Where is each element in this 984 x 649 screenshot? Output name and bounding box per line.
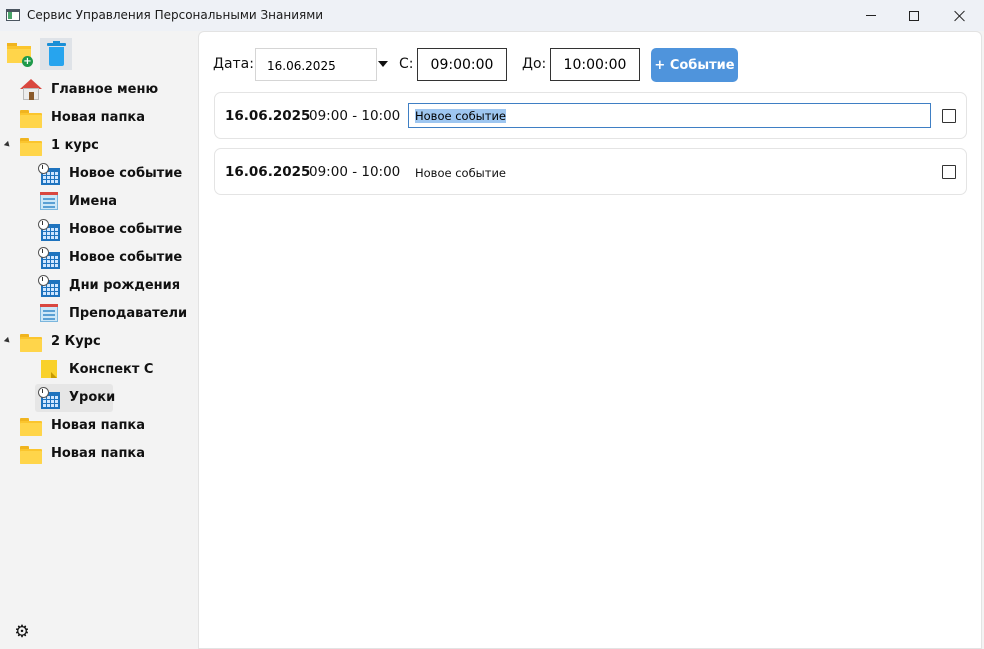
calendar-icon [38, 247, 60, 269]
tree-item[interactable]: Уроки [0, 384, 198, 412]
tree-item[interactable]: Новое событие [0, 160, 198, 188]
tree-item[interactable]: Новая папка [0, 440, 198, 468]
close-button[interactable] [937, 0, 983, 31]
tree-item-label: Новое событие [69, 222, 183, 237]
folder-icon [20, 446, 42, 464]
tree-item-label: 2 Курс [51, 334, 101, 349]
tree-item-label: Конспект С [69, 362, 154, 377]
add-event-button[interactable]: + Событие [651, 48, 738, 82]
event-done-checkbox[interactable] [942, 109, 956, 123]
to-label: До: [522, 56, 547, 72]
event-card[interactable]: 16.06.2025 09:00 - 10:00 Новое событие [214, 148, 967, 195]
tree-item[interactable]: Преподаватели [0, 300, 198, 328]
tree-item[interactable]: Главное меню [0, 76, 198, 104]
tree-item[interactable]: Дни рождения [0, 272, 198, 300]
tree-item[interactable]: Новая папка [0, 412, 198, 440]
tree-item-label: Новая папка [51, 446, 146, 461]
window-title: Сервис Управления Персональными Знаниями [27, 8, 324, 22]
maximize-icon [909, 10, 919, 21]
event-date: 16.06.2025 [225, 108, 311, 124]
folder-icon [20, 334, 42, 352]
tree-item-label: Новое событие [69, 166, 183, 181]
tree-item-label: Преподаватели [69, 306, 188, 321]
new-folder-icon: + [7, 43, 33, 67]
expand-arrow-icon[interactable] [3, 140, 12, 149]
gear-icon[interactable]: ⚙ [13, 623, 31, 641]
home-icon [20, 79, 42, 101]
chevron-down-icon[interactable] [378, 61, 388, 67]
event-time: 09:00 - 10:00 [309, 108, 401, 124]
tree-item-label: Новая папка [51, 110, 146, 125]
calendar-icon [38, 387, 60, 409]
minimize-icon [866, 15, 876, 16]
title-bar[interactable]: Сервис Управления Персональными Знаниями [0, 0, 984, 31]
tree-item[interactable]: 1 курс [0, 132, 198, 160]
tree-item[interactable]: Новое событие [0, 244, 198, 272]
from-label: С: [399, 56, 414, 72]
tree-item-label: Новая папка [51, 418, 146, 433]
list-icon [38, 191, 58, 211]
start-time-input[interactable]: 09:00:00 [417, 48, 507, 81]
list-icon [38, 303, 58, 323]
tree-item-label: Уроки [69, 390, 116, 405]
delete-button[interactable] [40, 38, 72, 70]
calendar-icon [38, 275, 60, 297]
date-label: Дата: [213, 56, 254, 72]
calendar-icon [38, 219, 60, 241]
close-icon [954, 10, 966, 22]
folder-icon [20, 418, 42, 436]
calendar-icon [38, 163, 60, 185]
event-done-checkbox[interactable] [942, 165, 956, 179]
app-icon [6, 9, 20, 21]
main-panel: Дата: 16.06.2025 С: 09:00:00 До: 10:00:0… [198, 31, 982, 649]
tree-item-label: Имена [69, 194, 118, 209]
event-title-input[interactable]: Новое событие [408, 103, 931, 128]
date-picker-input[interactable]: 16.06.2025 [255, 48, 377, 81]
tree-item[interactable]: Новое событие [0, 216, 198, 244]
tree-item-label: Главное меню [51, 82, 159, 97]
tree-item-label: 1 курс [51, 138, 99, 153]
event-date: 16.06.2025 [225, 164, 311, 180]
selected-text: Новое событие [415, 109, 507, 123]
tree-item-label: Дни рождения [69, 278, 181, 293]
folder-icon [20, 138, 42, 156]
trash-icon [47, 41, 66, 67]
new-folder-button[interactable]: + [5, 38, 37, 70]
app-window: Сервис Управления Персональными Знаниями… [0, 0, 984, 649]
tree-item[interactable]: Имена [0, 188, 198, 216]
expand-arrow-icon[interactable] [3, 336, 12, 345]
sidebar: + Главное меню Новая папка 1 курс Новое соб… [0, 31, 198, 649]
end-time-input[interactable]: 10:00:00 [550, 48, 640, 81]
event-time: 09:00 - 10:00 [309, 164, 401, 180]
tree-item[interactable]: Конспект С [0, 356, 198, 384]
tree-item[interactable]: 2 Курс [0, 328, 198, 356]
folder-icon [20, 110, 42, 128]
note-icon [38, 359, 58, 379]
tree-item[interactable]: Новая папка [0, 104, 198, 132]
tree-item-label: Новое событие [69, 250, 183, 265]
minimize-button[interactable] [848, 0, 894, 31]
maximize-button[interactable] [891, 0, 937, 31]
event-card[interactable]: 16.06.2025 09:00 - 10:00 Новое событие [214, 92, 967, 139]
event-title[interactable]: Новое событие [415, 166, 506, 180]
